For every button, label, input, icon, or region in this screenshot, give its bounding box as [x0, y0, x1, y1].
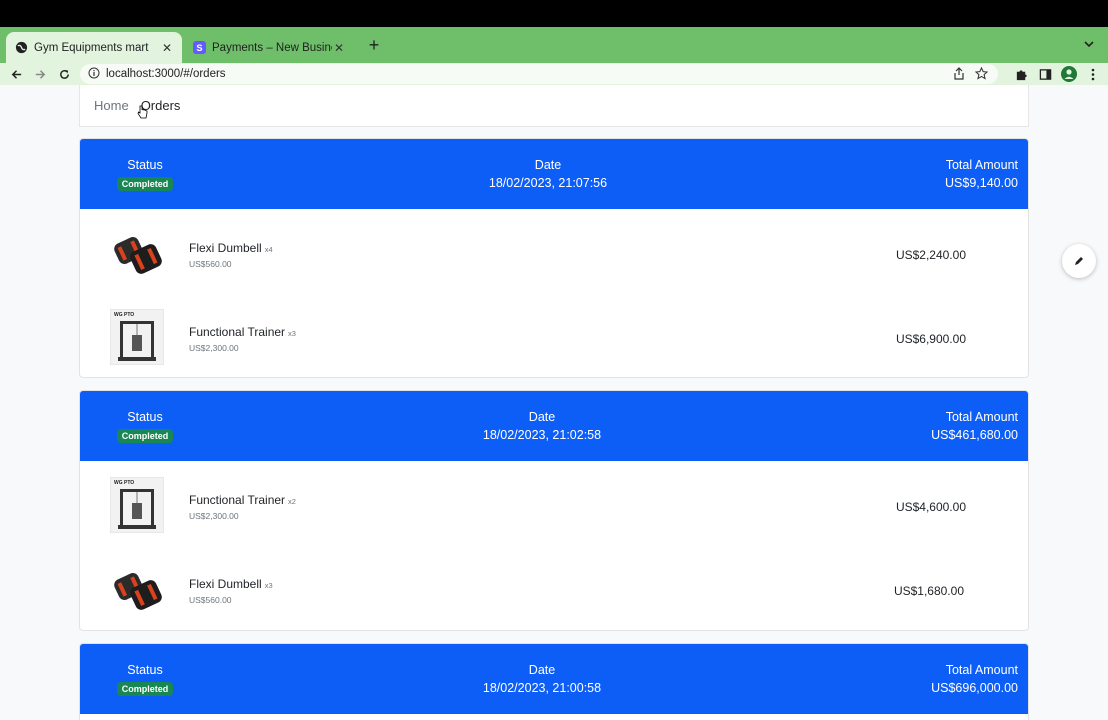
item-line-total: US$6,900.00 [895, 332, 966, 346]
pencil-icon [1074, 254, 1084, 269]
item-line-total: US$1,680.00 [893, 584, 964, 598]
total-label: Total Amount [945, 158, 1018, 172]
functional-trainer-product-image: WG PTO [109, 308, 166, 366]
new-tab-icon[interactable]: + [364, 36, 384, 56]
info-icon[interactable] [88, 67, 100, 82]
total-label: Total Amount [945, 663, 1018, 677]
item-unit-price: US$2,300.00 [189, 343, 239, 353]
profile-avatar-icon[interactable] [1060, 65, 1078, 83]
globe-icon [14, 41, 28, 55]
order-card: Status Completed Date 18/02/2023, 21:07:… [79, 138, 1029, 378]
item-quantity: x4 [264, 245, 273, 254]
order-date: 18/02/2023, 21:00:58 [482, 681, 602, 695]
item-unit-price: US$560.00 [189, 259, 232, 269]
svg-text:S: S [196, 43, 202, 53]
order-total-col: Total Amount US$9,140.00 [888, 158, 1018, 190]
browser-tab-active[interactable]: Gym Equipments mart ✕ [6, 32, 182, 63]
status-label: Status [127, 663, 163, 677]
order-total-col: Total Amount US$696,000.00 [888, 663, 1018, 695]
extensions-puzzle-icon[interactable] [1012, 65, 1030, 83]
item-name: Functional Trainer x3 [189, 325, 296, 339]
tab-title: Payments – New Business – St [212, 41, 332, 54]
forward-arrow-icon[interactable] [28, 64, 52, 84]
order-total-col: Total Amount US$461,680.00 [888, 410, 1018, 442]
item-line-total: US$4,600.00 [895, 500, 966, 514]
tab-title: Gym Equipments mart [34, 41, 149, 54]
order-total: US$9,140.00 [945, 176, 1018, 190]
browser-tab-inactive[interactable]: S Payments – New Business – St ✕ [184, 32, 354, 63]
edit-pencil-button[interactable] [1062, 244, 1096, 278]
item-quantity: x3 [264, 581, 273, 590]
order-header: Status Completed Date 18/02/2023, 21:07:… [80, 139, 1028, 209]
status-label: Status [127, 158, 163, 172]
item-quantity: x2 [288, 497, 296, 506]
order-date-col: Date 18/02/2023, 21:02:58 [442, 410, 642, 442]
item-name: Flexi Dumbell x4 [189, 241, 273, 255]
more-menu-icon[interactable] [1084, 65, 1102, 83]
functional-trainer-product-image: WG PTO [109, 476, 166, 534]
order-item: Flexi Dumbell x4 US$560.00 US$2,240.00 [80, 209, 1028, 293]
order-card: Status Completed Date 18/02/2023, 21:02:… [79, 390, 1029, 631]
svg-text:WG PTO: WG PTO [114, 312, 134, 318]
item-name: Flexi Dumbell x3 [189, 577, 273, 591]
order-header: Status Completed Date 18/02/2023, 21:00:… [80, 644, 1028, 714]
order-date-col: Date 18/02/2023, 21:00:58 [442, 663, 642, 695]
order-date: 18/02/2023, 21:07:56 [488, 176, 608, 190]
order-total: US$461,680.00 [931, 428, 1018, 442]
breadcrumb-home-link[interactable]: Home [94, 98, 129, 113]
reload-icon[interactable] [52, 64, 76, 84]
back-arrow-icon[interactable] [4, 64, 28, 84]
chevron-down-icon[interactable] [1082, 37, 1098, 53]
order-status-col: Status Completed [115, 158, 175, 191]
svg-text:WG PTO: WG PTO [114, 480, 134, 486]
order-item: WG PTO Functional Trainer x2 US$2,300.00 … [80, 461, 1028, 545]
order-status-col: Status Completed [115, 663, 175, 696]
mouse-cursor-icon [137, 105, 148, 119]
item-name: Functional Trainer x2 [189, 493, 296, 507]
close-tab-icon[interactable]: ✕ [332, 41, 346, 55]
item-unit-price: US$2,300.00 [189, 511, 239, 521]
order-header: Status Completed Date 18/02/2023, 21:02:… [80, 391, 1028, 461]
order-total: US$696,000.00 [931, 681, 1018, 695]
order-item: Flexi Dumbell x3 US$560.00 US$1,680.00 [80, 545, 1028, 629]
share-icon[interactable] [953, 67, 965, 85]
date-label: Date [534, 158, 562, 172]
status-badge: Completed [116, 177, 174, 191]
item-unit-price: US$560.00 [189, 595, 232, 605]
order-status-col: Status Completed [115, 410, 175, 443]
order-item: WG PTO Functional Trainer x3 US$2,300.00 … [80, 293, 1028, 377]
dumbbell-product-image [110, 561, 166, 617]
close-tab-icon[interactable]: ✕ [160, 41, 174, 55]
total-label: Total Amount [945, 410, 1018, 424]
breadcrumb: Home Orders [79, 85, 1029, 127]
bookmark-star-icon[interactable] [974, 66, 989, 85]
order-date-col: Date 18/02/2023, 21:07:56 [448, 158, 648, 190]
status-badge: Completed [116, 682, 174, 696]
side-panel-icon[interactable] [1036, 65, 1054, 83]
item-line-total: US$2,240.00 [895, 248, 966, 262]
status-badge: Completed [116, 429, 174, 443]
browser-toolbar: localhost:3000/#/orders [0, 63, 1108, 85]
status-label: Status [127, 410, 163, 424]
url-text: localhost:3000/#/orders [106, 68, 226, 80]
date-label: Date [528, 663, 556, 677]
order-date: 18/02/2023, 21:02:58 [482, 428, 602, 442]
item-quantity: x3 [288, 329, 296, 338]
date-label: Date [528, 410, 556, 424]
page-content: Home Orders Status Completed Date 18/02/… [0, 85, 1108, 720]
order-card: Status Completed Date 18/02/2023, 21:00:… [79, 643, 1029, 720]
screen-top-bar [0, 0, 1108, 27]
stripe-icon: S [192, 41, 206, 55]
browser-tab-strip: Gym Equipments mart ✕ S Payments – New B… [0, 27, 1108, 63]
dumbbell-product-image [110, 225, 166, 281]
address-bar[interactable]: localhost:3000/#/orders [80, 64, 998, 84]
